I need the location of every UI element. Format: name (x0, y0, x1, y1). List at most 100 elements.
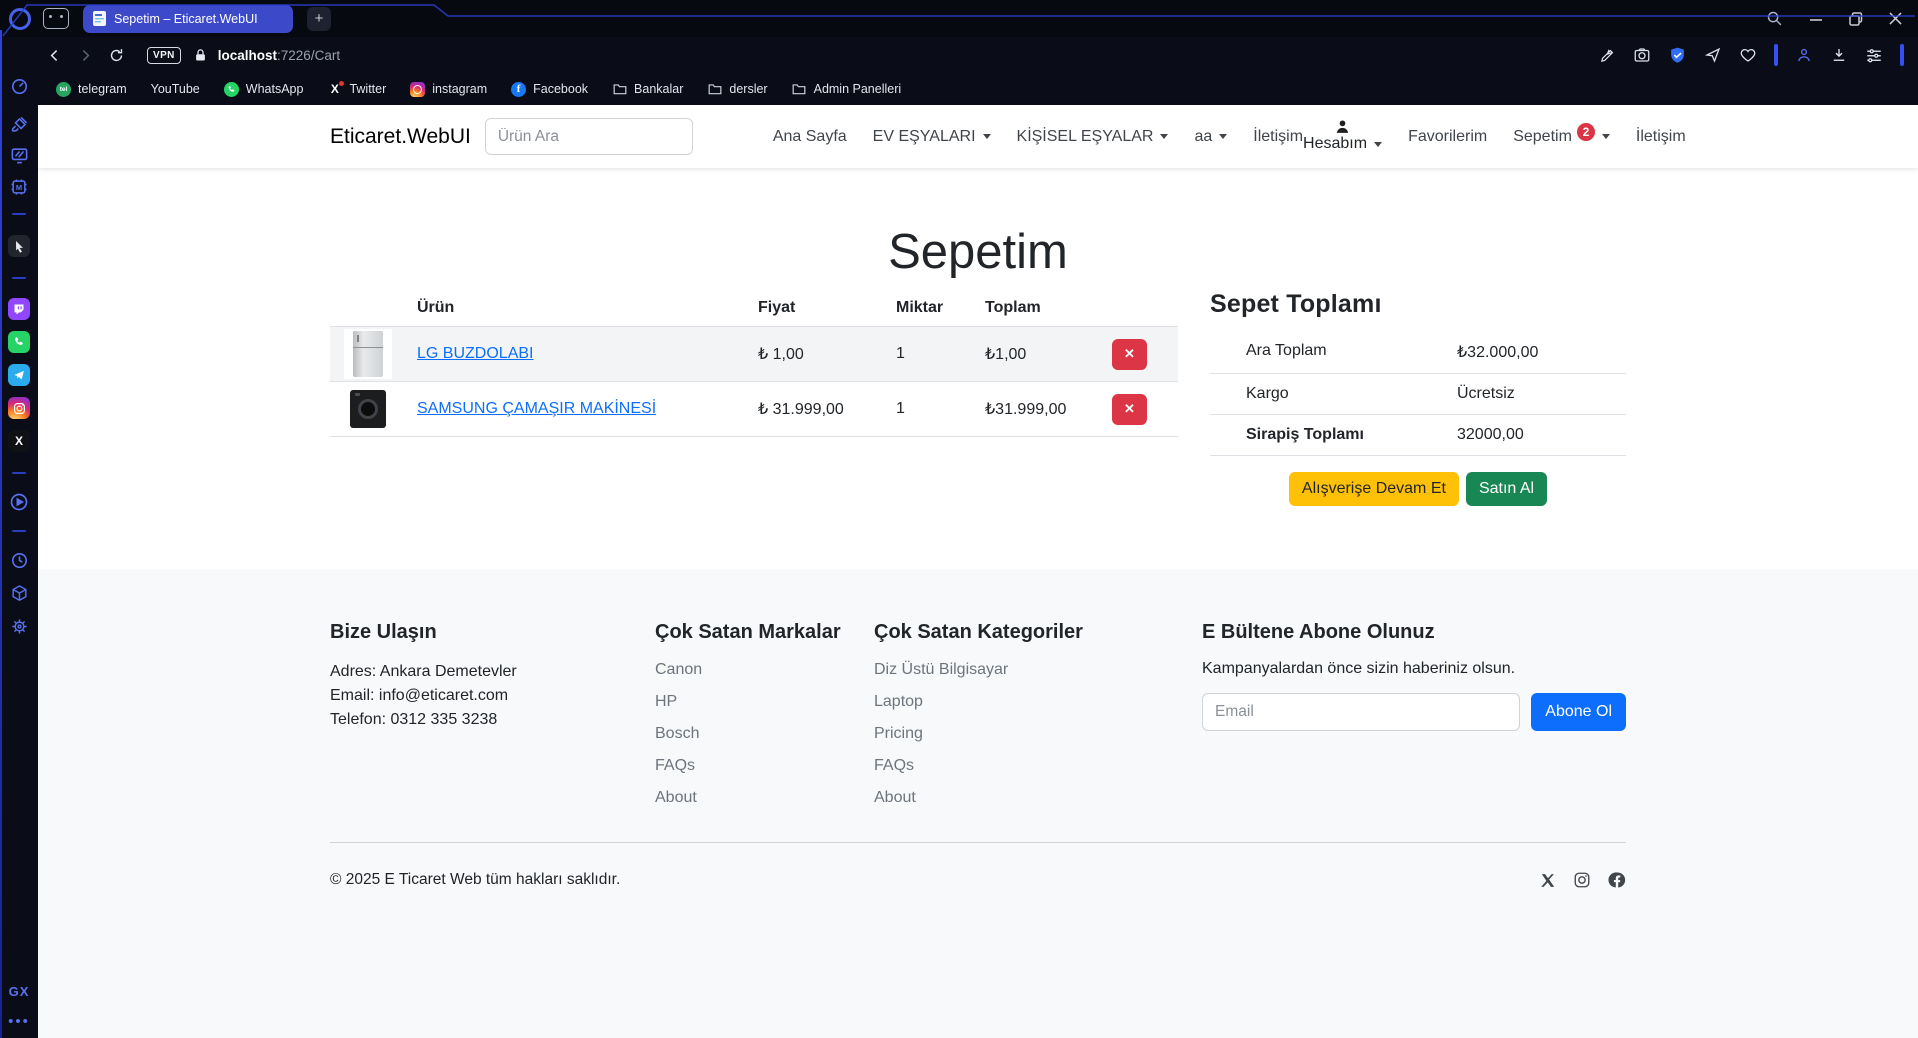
newsletter-title: E Bültene Abone Olunuz (1202, 621, 1626, 644)
subscribe-button[interactable]: Abone Ol (1531, 693, 1626, 731)
instagram-social-icon[interactable] (1573, 871, 1591, 889)
twitch-icon[interactable] (8, 298, 30, 320)
bookmark-whatsapp[interactable]: WhatsApp (224, 82, 304, 97)
bookmark-instagram[interactable]: instagram (410, 82, 487, 97)
send-flow-icon[interactable] (1704, 46, 1722, 64)
history-clock-icon[interactable] (10, 551, 29, 570)
product-link[interactable]: SAMSUNG ÇAMAŞIR MAKİNESİ (417, 400, 758, 418)
profile-icon[interactable] (1795, 46, 1813, 64)
bookmark-twitter[interactable]: X Twitter (327, 82, 386, 97)
footer-divider (330, 842, 1626, 843)
lock-icon[interactable] (193, 48, 208, 63)
bookmark-folder-admin-panelleri[interactable]: Admin Panelleri (792, 82, 902, 97)
telegram-icon[interactable] (8, 364, 30, 386)
gx-corner-icon[interactable] (43, 8, 69, 29)
x-social-icon[interactable] (1539, 872, 1556, 889)
footer-link-pricing[interactable]: Pricing (874, 724, 1202, 743)
remove-item-button[interactable]: ✕ (1112, 339, 1147, 370)
facebook-social-icon[interactable] (1608, 871, 1626, 889)
sidebar-divider (12, 213, 26, 215)
account-menu[interactable]: Hesabım (1303, 118, 1382, 153)
nav-ev-esyalari[interactable]: EV EŞYALARI (873, 128, 991, 146)
easy-setup-brush-icon[interactable] (10, 115, 29, 134)
footer-link-about[interactable]: About (874, 788, 1202, 807)
browser-tab-active[interactable]: Sepetim – Eticaret.WebUI (83, 5, 293, 33)
main-nav: Ana Sayfa EV EŞYALARI KİŞİSEL EŞYALAR aa… (773, 128, 1303, 146)
reload-button[interactable] (108, 47, 125, 64)
footer-link-laptop-category[interactable]: Diz Üstü Bilgisayar (874, 660, 1202, 679)
forward-button[interactable] (77, 47, 94, 64)
footer-link-hp[interactable]: HP (655, 692, 874, 711)
buy-button[interactable]: Satın Al (1466, 472, 1547, 506)
site-footer: Bize Ulaşın Adres: Ankara Demetevler Ema… (38, 569, 1918, 1038)
summary-row: Kargo Ücretsiz (1210, 374, 1626, 415)
web-page: Eticaret.WebUI Ana Sayfa EV EŞYALARI KİŞ… (38, 105, 1918, 1038)
search-input[interactable] (485, 118, 693, 155)
sidebar-more-button[interactable]: ••• (8, 1013, 30, 1030)
bookmark-facebook[interactable]: f Facebook (511, 82, 588, 97)
item-price: ₺ 1,00 (758, 344, 896, 364)
vpn-badge[interactable]: VPN (147, 47, 181, 64)
summary-row: Ara Toplam ₺32.000,00 (1210, 331, 1626, 374)
favorites-link[interactable]: Favorilerim (1408, 128, 1487, 146)
remove-item-button[interactable]: ✕ (1112, 394, 1147, 425)
url-text[interactable]: localhost:7226/Cart (218, 48, 340, 63)
continue-shopping-button[interactable]: Alışverişe Devam Et (1289, 472, 1459, 506)
footer-link-laptop[interactable]: Laptop (874, 692, 1202, 711)
ai-chip-icon[interactable]: M (9, 177, 29, 197)
contact-link[interactable]: İletişim (1636, 128, 1686, 146)
close-icon: ✕ (1124, 346, 1135, 362)
bookmark-folder-bankalar[interactable]: Bankalar (612, 82, 683, 97)
nav-aa[interactable]: aa (1194, 128, 1227, 146)
gx-game-app-icon[interactable] (8, 235, 30, 257)
new-tab-button[interactable]: + (307, 7, 331, 31)
folder-icon (792, 82, 807, 97)
speed-dial-icon[interactable] (10, 77, 29, 96)
bookmark-telegram[interactable]: tel telegram (56, 82, 127, 97)
instagram-icon[interactable] (8, 397, 30, 419)
extensions-cube-icon[interactable] (10, 584, 29, 603)
chevron-down-icon (1374, 142, 1382, 147)
settings-gear-icon[interactable] (10, 617, 29, 636)
x-twitter-icon[interactable]: X (8, 430, 30, 452)
opera-gx-logo-icon[interactable] (9, 8, 31, 30)
footer-link-bosch[interactable]: Bosch (655, 724, 874, 743)
footer-contact-col: Bize Ulaşın Adres: Ankara Demetevler Ema… (330, 621, 655, 820)
maximize-button[interactable] (1849, 12, 1863, 26)
minimize-button[interactable] (1809, 12, 1823, 26)
folder-icon (612, 82, 627, 97)
whatsapp-icon[interactable] (8, 331, 30, 353)
settings-sliders-icon[interactable] (1865, 46, 1883, 64)
site-brand[interactable]: Eticaret.WebUI (330, 125, 471, 149)
snapshot-camera-icon[interactable] (1633, 46, 1651, 64)
email-field[interactable] (1202, 693, 1520, 731)
bookmark-heart-icon[interactable] (1739, 46, 1757, 64)
footer-link-faqs[interactable]: FAQs (655, 756, 874, 775)
footer-link-canon[interactable]: Canon (655, 660, 874, 679)
search-tabs-icon[interactable] (1766, 10, 1783, 27)
summary-label: Kargo (1246, 385, 1457, 403)
gx-logo-label[interactable]: GX (9, 984, 30, 999)
shield-check-icon[interactable] (1668, 46, 1687, 65)
col-price: Fiyat (758, 299, 896, 317)
product-image-fridge (344, 329, 392, 379)
close-button[interactable] (1889, 12, 1902, 25)
player-screen-icon[interactable] (10, 146, 29, 165)
back-button[interactable] (46, 47, 63, 64)
bookmark-label: Admin Panelleri (814, 82, 902, 96)
footer-link-about[interactable]: About (655, 788, 874, 807)
bookmark-youtube[interactable]: YouTube (151, 82, 200, 96)
cart-link[interactable]: Sepetim2 (1513, 128, 1610, 146)
nav-kisisel-esyalar[interactable]: KİŞİSEL EŞYALAR (1017, 128, 1169, 146)
folder-icon (707, 82, 722, 97)
product-link[interactable]: LG BUZDOLABI (417, 345, 758, 363)
pin-edit-icon[interactable] (1599, 47, 1616, 64)
item-total: ₺1,00 (985, 344, 1112, 364)
play-media-icon[interactable] (9, 492, 29, 512)
bookmark-folder-dersler[interactable]: dersler (707, 82, 767, 97)
nav-iletisim[interactable]: İletişim (1253, 128, 1303, 146)
downloads-icon[interactable] (1830, 46, 1848, 64)
footer-link-faqs[interactable]: FAQs (874, 756, 1202, 775)
col-qty: Miktar (896, 299, 985, 317)
nav-ana-sayfa[interactable]: Ana Sayfa (773, 128, 847, 146)
